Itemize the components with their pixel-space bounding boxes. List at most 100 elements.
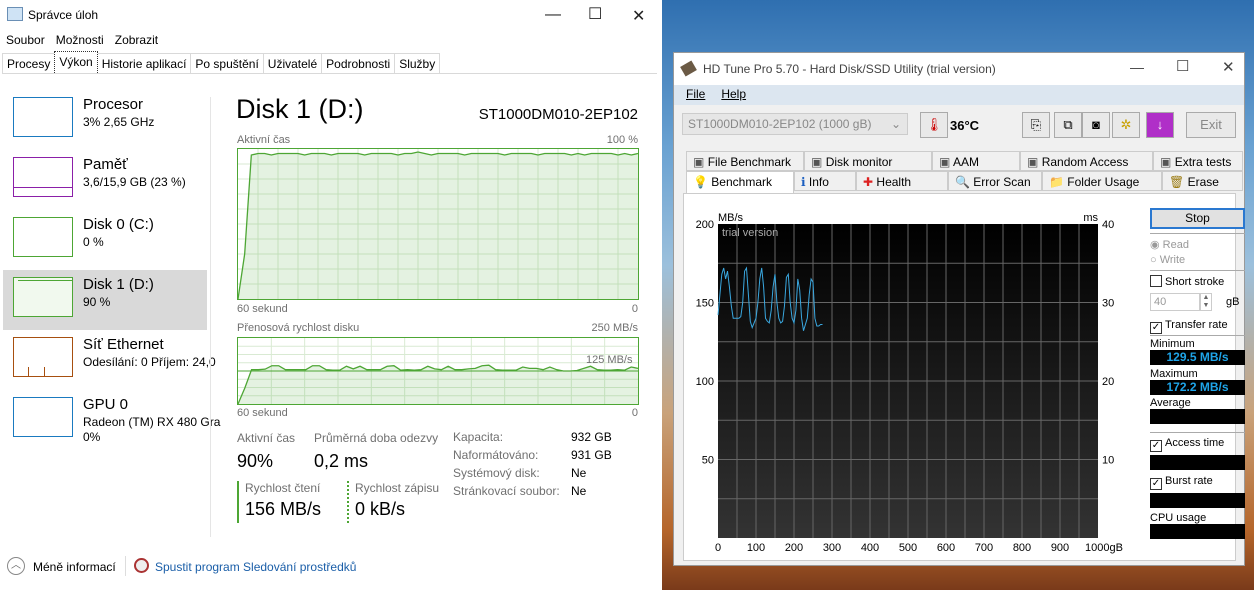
menu-zobrazit[interactable]: Zobrazit: [115, 33, 158, 47]
tab-icon: ▣: [811, 155, 823, 169]
close-button[interactable]: ✕: [1222, 58, 1235, 76]
sidebar-item-4[interactable]: Síť Ethernet Odesílání: 0 Příjem: 24,0: [3, 330, 216, 390]
y-axis-unit: MB/s: [718, 212, 744, 224]
property-value: Ne: [571, 484, 587, 498]
access-time-checkbox[interactable]: ✓ Access time: [1150, 437, 1245, 452]
sidebar-item-2[interactable]: Disk 0 (C:) 0 %: [3, 210, 207, 270]
minimize-button[interactable]: —: [545, 6, 561, 24]
chevron-up-icon[interactable]: ︿: [7, 557, 25, 575]
sidebar-item-1[interactable]: Paměť 3,6/15,9 GB (23 %): [3, 150, 207, 210]
stop-button[interactable]: Stop: [1150, 208, 1245, 229]
sidebar-item-label: Disk 1 (D:): [83, 276, 154, 293]
sidebar-item-3[interactable]: Disk 1 (D:) 90 %: [3, 270, 207, 330]
tab-icon: ▣: [693, 155, 705, 169]
tab-label: Health: [876, 175, 912, 189]
sidebar-item-5[interactable]: GPU 0 Radeon (TM) RX 480 Gra 0%: [3, 390, 220, 450]
transfer-rate-chart: [237, 337, 639, 405]
tab-erase[interactable]: 🗑 Erase: [1162, 171, 1243, 191]
property-label: Systémový disk:: [453, 466, 540, 480]
y-tick-label: 150: [696, 298, 714, 310]
burst-rate-checkbox[interactable]: ✓ Burst rate: [1150, 475, 1245, 490]
tab-error-scan[interactable]: 🔍 Error Scan: [948, 171, 1042, 191]
spinner-icon[interactable]: ▲ ▼: [1200, 293, 1212, 311]
sidebar-item-0[interactable]: Procesor 3% 2,65 GHz: [3, 90, 207, 150]
short-stroke-input[interactable]: 40: [1150, 293, 1200, 311]
chart2-left-label: 60 sekund: [237, 407, 288, 419]
tab-podrobnosti[interactable]: Podrobnosti: [321, 53, 396, 73]
tab-folder-usage[interactable]: 📁 Folder Usage: [1042, 171, 1162, 191]
burst-rate-label: Burst rate: [1165, 475, 1213, 487]
checkmark-icon: ✓: [1150, 322, 1162, 334]
fewer-details-link[interactable]: Méně informací: [33, 560, 116, 574]
sidebar-thumbnail: [13, 217, 73, 257]
tab-disk-monitor[interactable]: ▣ Disk monitor: [804, 151, 932, 171]
tab-label: Folder Usage: [1067, 175, 1140, 189]
maximize-button[interactable]: ☐: [1176, 57, 1189, 75]
sidebar-item-label: Procesor: [83, 96, 144, 113]
benchmark-panel: trial version MB/s ms 200 150 100 50 40 30 20 10 0 1…: [683, 193, 1245, 561]
write-radio[interactable]: ○ Write: [1150, 254, 1245, 266]
response-time-label: Průměrná doba odezvy: [314, 431, 439, 445]
tab-sluzby[interactable]: Služby: [394, 53, 441, 73]
thermometer-icon: 🌡: [920, 112, 948, 138]
tab-extra-tests[interactable]: ▣ Extra tests: [1153, 151, 1243, 171]
copy-screenshot-button[interactable]: ⧉: [1054, 112, 1082, 138]
write-speed-label: Rychlost zápisu: [355, 481, 440, 495]
tab-icon: 🗑: [1169, 175, 1185, 189]
tab-label: Info: [808, 175, 829, 189]
write-speed-block: Rychlost zápisu 0 kB/s: [347, 481, 439, 523]
save-download-button[interactable]: ↓: [1146, 112, 1174, 138]
burst-rate-value: [1150, 493, 1245, 508]
tab-procesy[interactable]: Procesy: [2, 53, 56, 73]
checkmark-icon: ✓: [1150, 440, 1162, 452]
benchmark-chart: trial versionMB/s ms20015010050403020100 1…: [696, 212, 1123, 554]
drive-select[interactable]: ST1000DM010-2EP102 (1000 gB) ⌄: [682, 113, 908, 135]
divider: [125, 556, 126, 576]
menu-file[interactable]: File: [686, 87, 705, 101]
chart1-label: Aktivní čas: [237, 134, 291, 146]
tab-historie[interactable]: Historie aplikací: [96, 53, 192, 73]
chart1-max: 100 %: [606, 134, 638, 146]
tab-health[interactable]: ✚ Health: [856, 171, 948, 191]
short-stroke-checkbox[interactable]: Short stroke: [1150, 275, 1245, 288]
tab-benchmark[interactable]: 💡 Benchmark: [686, 171, 794, 193]
read-radio[interactable]: ◉ Read: [1150, 238, 1245, 251]
exit-button[interactable]: Exit: [1186, 112, 1236, 138]
menu-help[interactable]: Help: [721, 87, 746, 101]
camera-button[interactable]: ◙: [1082, 112, 1110, 138]
tab-vykon[interactable]: Výkon: [54, 51, 98, 73]
transfer-rate-checkbox[interactable]: ✓ Transfer rate: [1150, 319, 1245, 334]
hdtune-title: HD Tune Pro 5.70 - Hard Disk/SSD Utility…: [703, 62, 996, 76]
close-button[interactable]: ✕: [632, 6, 645, 26]
tab-po-spusteni[interactable]: Po spuštění: [190, 53, 264, 73]
y2-tick-label: 20: [1102, 376, 1114, 388]
chart2-max: 250 MB/s: [591, 322, 638, 334]
x-tick-label: 0: [715, 542, 721, 554]
tab-icon: 📁: [1049, 175, 1064, 189]
short-stroke-label: Short stroke: [1165, 276, 1225, 288]
sidebar-item-sub: Odesílání: 0 Příjem: 24,0: [83, 355, 216, 369]
divider: [210, 97, 211, 537]
read-speed-value: 156 MB/s: [245, 499, 322, 519]
access-time-label: Access time: [1165, 437, 1225, 449]
minimize-button[interactable]: —: [1130, 59, 1144, 75]
tab-info[interactable]: ℹ Info: [794, 171, 856, 191]
maximize-button[interactable]: ☐: [588, 4, 602, 24]
x-tick-label: 500: [899, 542, 917, 554]
tab-random-access[interactable]: ▣ Random Access: [1020, 151, 1153, 171]
tab-file-benchmark[interactable]: ▣ File Benchmark: [686, 151, 804, 171]
menu-moznosti[interactable]: Možnosti: [56, 33, 104, 47]
menu-soubor[interactable]: Soubor: [6, 33, 45, 47]
sidebar-item-sub: 3,6/15,9 GB (23 %): [83, 175, 186, 189]
options-button[interactable]: ✲: [1112, 112, 1140, 138]
tab-aam[interactable]: ▣ AAM: [932, 151, 1020, 171]
access-time-value: [1150, 455, 1245, 470]
copy-info-button[interactable]: ⎘: [1022, 112, 1050, 138]
tab-uzivatele[interactable]: Uživatelé: [262, 53, 323, 73]
property-label: Stránkovací soubor:: [453, 484, 560, 498]
y-tick-label: 200: [696, 219, 714, 231]
property-label: Kapacita:: [453, 430, 504, 444]
task-manager-app-icon: [7, 7, 23, 21]
resource-monitor-link[interactable]: Spustit program Sledování prostředků: [155, 560, 356, 574]
tab-label: Error Scan: [973, 175, 1031, 189]
